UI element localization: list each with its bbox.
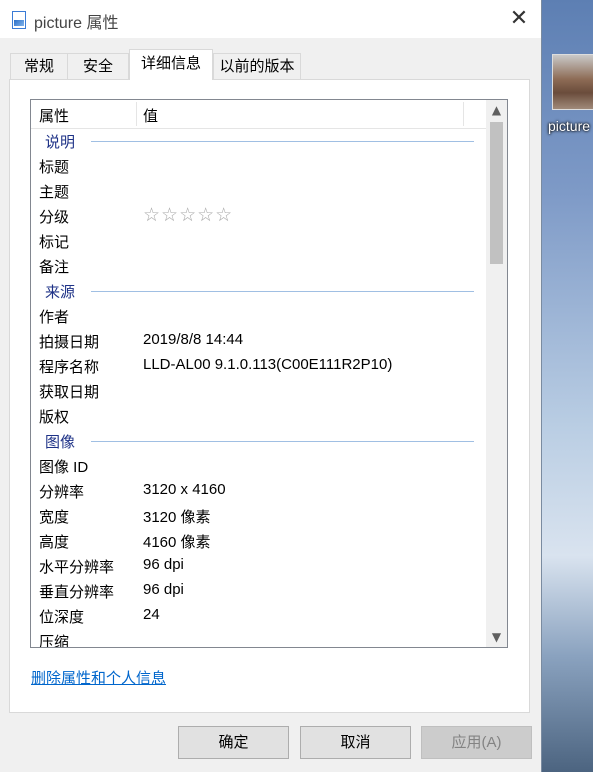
header-property[interactable]: 属性 — [39, 105, 69, 126]
property-value[interactable]: 4160 像素 — [143, 531, 211, 552]
property-key: 备注 — [39, 259, 70, 276]
property-row[interactable]: 版权 — [31, 403, 486, 428]
property-value[interactable]: 3120 像素 — [143, 506, 211, 527]
tab-general[interactable]: 常规 — [10, 53, 68, 79]
title-bar: picture 属性 ✕ — [0, 0, 541, 38]
property-row[interactable]: 压缩 — [31, 628, 486, 648]
property-row[interactable]: 备注 — [31, 253, 486, 278]
group-divider — [91, 291, 474, 292]
property-row[interactable]: 分辨率 3120 x 4160 — [31, 478, 486, 503]
property-list[interactable]: 属性 值 说明 标题 主题 分级 ☆☆☆☆☆ 标记 备注 来源 作者 拍摄日期 20… — [30, 99, 508, 648]
desktop-file-thumbnail[interactable] — [552, 54, 593, 110]
property-key: 主题 — [39, 184, 70, 201]
image-file-icon — [12, 11, 26, 29]
property-value[interactable]: 3120 x 4160 — [143, 481, 226, 498]
property-key: 压缩 — [39, 634, 70, 648]
property-row[interactable]: 分级 ☆☆☆☆☆ — [31, 203, 486, 228]
rating-stars[interactable]: ☆☆☆☆☆ — [143, 204, 233, 226]
property-row[interactable]: 图像 ID — [31, 453, 486, 478]
property-key: 标记 — [39, 234, 70, 251]
group-divider — [91, 141, 474, 142]
tab-security[interactable]: 安全 — [67, 53, 129, 79]
property-row[interactable]: 垂直分辨率 96 dpi — [31, 578, 486, 603]
remove-properties-link[interactable]: 删除属性和个人信息 — [31, 667, 166, 688]
property-key: 标题 — [39, 159, 70, 176]
property-key: 拍摄日期 — [39, 334, 100, 351]
property-row[interactable]: 高度 4160 像素 — [31, 528, 486, 553]
group-header-origin: 来源 — [31, 278, 486, 303]
property-key: 作者 — [39, 309, 70, 326]
property-value[interactable]: LLD-AL00 9.1.0.113(C00E111R2P10) — [143, 356, 392, 373]
property-value[interactable]: 96 dpi — [143, 581, 184, 598]
property-row[interactable]: 拍摄日期 2019/8/8 14:44 — [31, 328, 486, 353]
property-key: 垂直分辨率 — [39, 584, 115, 601]
property-key: 位深度 — [39, 609, 85, 626]
cancel-button[interactable]: 取消 — [300, 726, 411, 759]
header-divider[interactable] — [463, 102, 464, 126]
tab-previous-versions[interactable]: 以前的版本 — [213, 53, 301, 79]
group-header-image: 图像 — [31, 428, 486, 453]
property-row[interactable]: 获取日期 — [31, 378, 486, 403]
property-value[interactable]: 24 — [143, 606, 160, 623]
group-title: 说明 — [45, 134, 76, 151]
property-row[interactable]: 程序名称 LLD-AL00 9.1.0.113(C00E111R2P10) — [31, 353, 486, 378]
property-value[interactable]: 96 dpi — [143, 556, 184, 573]
property-row[interactable]: 标记 — [31, 228, 486, 253]
tab-details[interactable]: 详细信息 — [129, 49, 213, 80]
property-key: 程序名称 — [39, 359, 100, 376]
vertical-scrollbar[interactable]: ▲ ▼ — [486, 100, 507, 647]
desktop-file-label[interactable]: picture — [548, 118, 590, 134]
property-key: 分辨率 — [39, 484, 85, 501]
properties-dialog: picture 属性 ✕ 常规 安全 详细信息 以前的版本 属性 值 说明 标题… — [0, 0, 542, 772]
scroll-down-arrow-icon[interactable]: ▼ — [486, 627, 507, 647]
property-row[interactable]: 宽度 3120 像素 — [31, 503, 486, 528]
window-title: picture 属性 — [34, 15, 119, 32]
property-row[interactable]: 标题 — [31, 153, 486, 178]
group-divider — [91, 441, 474, 442]
header-divider[interactable] — [136, 102, 137, 126]
property-key: 获取日期 — [39, 384, 100, 401]
property-row[interactable]: 主题 — [31, 178, 486, 203]
ok-button[interactable]: 确定 — [178, 726, 289, 759]
property-key: 图像 ID — [39, 459, 89, 476]
property-key: 宽度 — [39, 509, 70, 526]
property-key: 高度 — [39, 534, 70, 551]
property-value[interactable]: 2019/8/8 14:44 — [143, 331, 243, 348]
property-row[interactable]: 位深度 24 — [31, 603, 486, 628]
header-value[interactable]: 值 — [143, 105, 158, 126]
property-key: 版权 — [39, 409, 70, 426]
close-button[interactable]: ✕ — [505, 6, 533, 32]
group-title: 来源 — [45, 284, 76, 301]
property-row[interactable]: 水平分辨率 96 dpi — [31, 553, 486, 578]
apply-button[interactable]: 应用(A) — [421, 726, 532, 759]
group-header-description: 说明 — [31, 128, 486, 153]
property-key: 分级 — [39, 209, 70, 226]
list-header: 属性 值 — [31, 100, 486, 129]
property-rows: 说明 标题 主题 分级 ☆☆☆☆☆ 标记 备注 来源 作者 拍摄日期 2019/8/… — [31, 128, 486, 648]
scroll-thumb[interactable] — [490, 122, 503, 264]
property-row[interactable]: 作者 — [31, 303, 486, 328]
scroll-up-arrow-icon[interactable]: ▲ — [486, 100, 507, 120]
group-title: 图像 — [45, 434, 76, 451]
property-key: 水平分辨率 — [39, 559, 115, 576]
